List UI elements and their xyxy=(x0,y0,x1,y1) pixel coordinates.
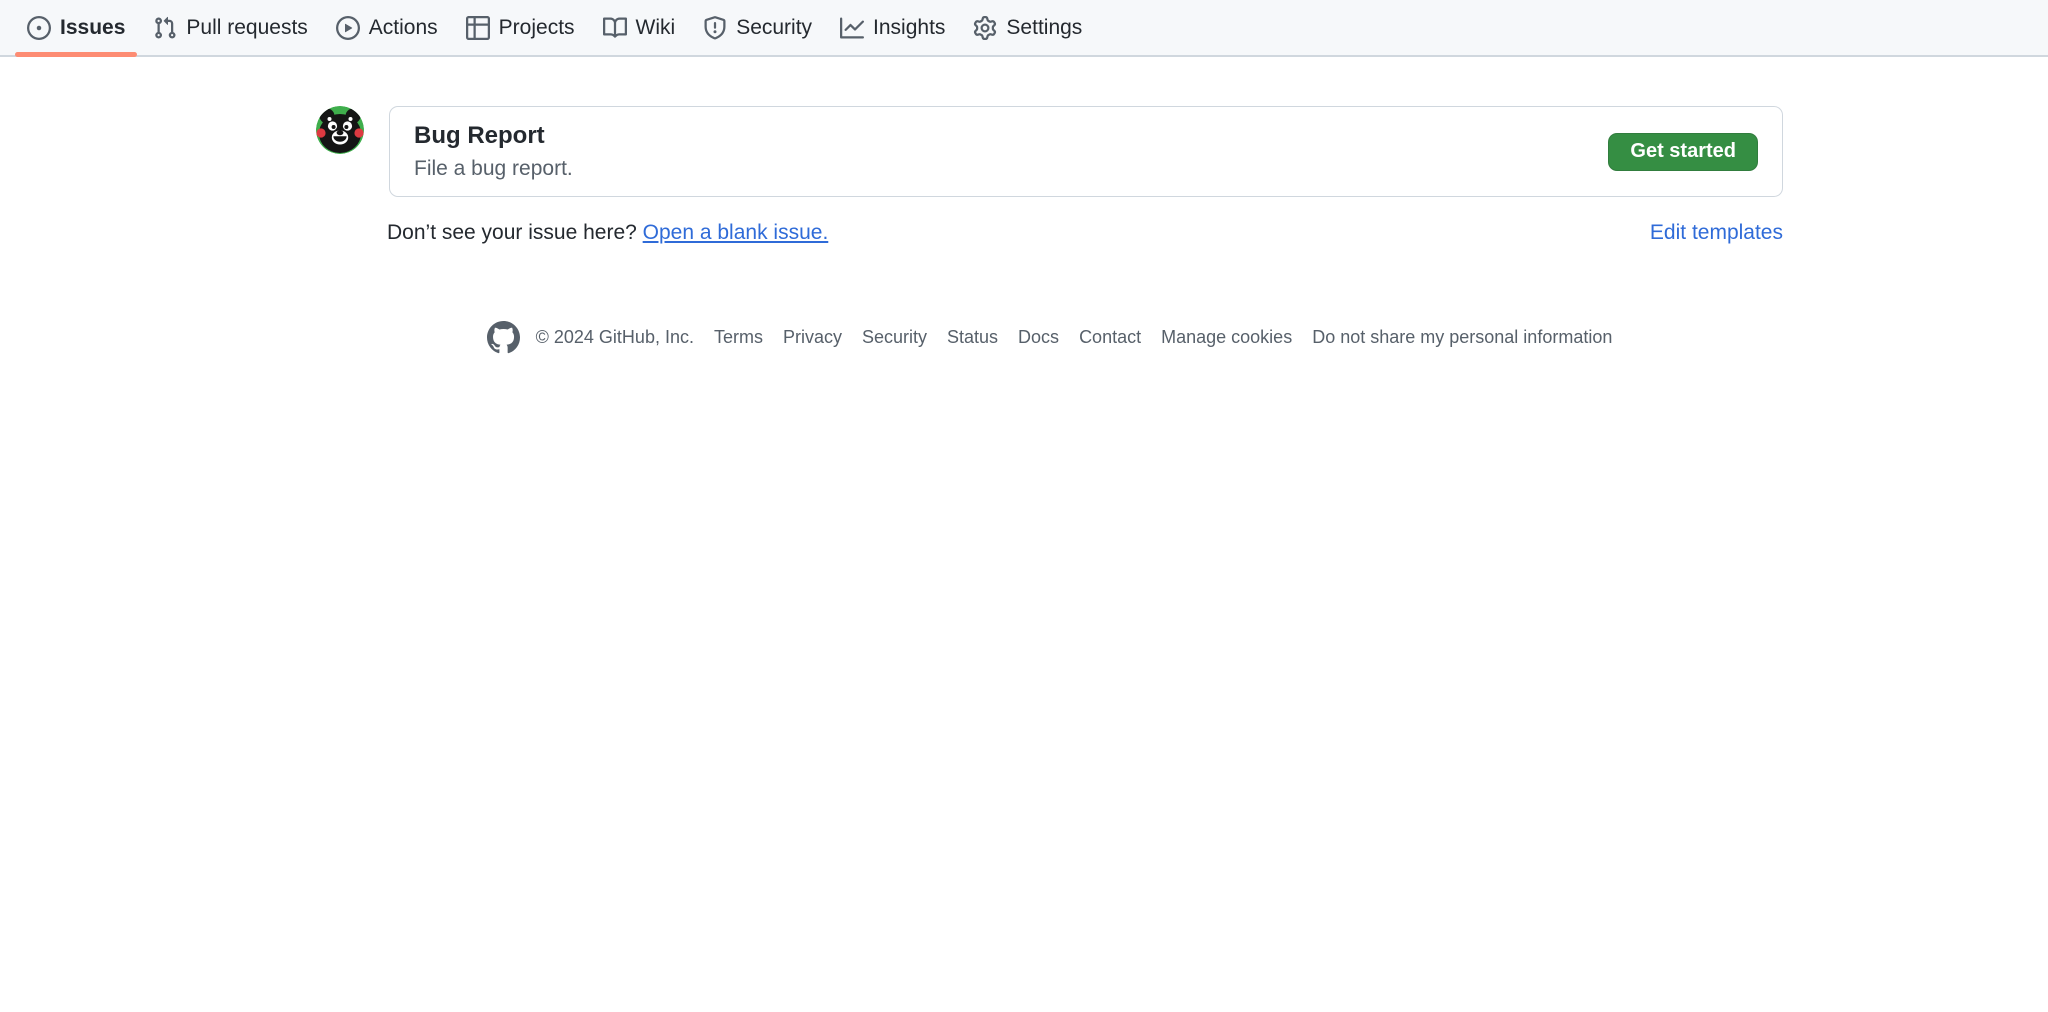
shield-icon xyxy=(704,15,726,40)
table-icon xyxy=(465,15,490,40)
site-footer: © 2024 GitHub, Inc. Terms Privacy Securi… xyxy=(316,321,1783,354)
footer-link-contact[interactable]: Contact xyxy=(1079,327,1141,348)
active-tab-underline xyxy=(15,52,138,57)
tab-actions[interactable]: Actions xyxy=(322,0,452,55)
edit-templates-link[interactable]: Edit templates xyxy=(1650,221,1783,245)
tab-label: Pull requests xyxy=(186,15,308,39)
blank-issue-prompt: Don’t see your issue here? xyxy=(387,221,637,244)
footer-link-do-not-share[interactable]: Do not share my personal information xyxy=(1312,327,1612,348)
github-logo-icon xyxy=(486,321,520,354)
blank-issue-row: Don’t see your issue here? Open a blank … xyxy=(316,221,1783,245)
tab-label: Projects xyxy=(498,15,575,39)
graph-icon xyxy=(840,17,865,38)
tab-insights[interactable]: Insights xyxy=(826,0,959,55)
footer-copyright: © 2024 GitHub, Inc. xyxy=(535,327,694,347)
tab-issues[interactable]: Issues xyxy=(13,0,139,57)
template-title: Bug Report xyxy=(414,122,545,150)
footer-link-manage-cookies[interactable]: Manage cookies xyxy=(1161,327,1292,348)
play-icon xyxy=(335,15,360,40)
issue-template-chooser: Bug Report File a bug report. Get starte… xyxy=(316,106,1783,354)
kumamon-avatar-image xyxy=(316,106,364,154)
git-pull-request-icon xyxy=(155,16,176,39)
footer-link-status[interactable]: Status xyxy=(947,327,998,348)
get-started-button[interactable]: Get started xyxy=(1608,132,1758,171)
tab-label: Settings xyxy=(1006,15,1083,39)
repo-tab-nav: Issues Pull requests Actions Projects Wi… xyxy=(0,0,2048,57)
issue-opened-icon xyxy=(27,15,51,40)
tab-settings[interactable]: Settings xyxy=(959,0,1096,55)
footer-link-privacy[interactable]: Privacy xyxy=(783,327,842,348)
footer-link-terms[interactable]: Terms xyxy=(714,327,763,348)
tab-label: Issues xyxy=(60,15,126,39)
footer-link-security[interactable]: Security xyxy=(862,327,927,348)
tab-security[interactable]: Security xyxy=(689,0,826,55)
template-card-text: Bug Report File a bug report. xyxy=(414,121,573,181)
tab-wiki[interactable]: Wiki xyxy=(589,0,690,55)
tab-pull-requests[interactable]: Pull requests xyxy=(139,0,321,55)
book-icon xyxy=(602,16,627,38)
tab-label: Wiki xyxy=(635,15,676,39)
template-description: File a bug report. xyxy=(414,157,573,181)
tab-label: Insights xyxy=(873,15,946,39)
open-blank-issue-link[interactable]: Open a blank issue. xyxy=(643,221,829,244)
template-row: Bug Report File a bug report. Get starte… xyxy=(316,106,1783,197)
tab-projects[interactable]: Projects xyxy=(452,0,589,55)
footer-link-docs[interactable]: Docs xyxy=(1018,327,1059,348)
gear-icon xyxy=(974,15,997,40)
tab-label: Actions xyxy=(368,15,438,39)
blank-issue-prompt-group: Don’t see your issue here? Open a blank … xyxy=(387,221,828,245)
tab-label: Security xyxy=(736,15,813,39)
template-card: Bug Report File a bug report. Get starte… xyxy=(389,106,1783,197)
template-avatar xyxy=(316,106,364,154)
